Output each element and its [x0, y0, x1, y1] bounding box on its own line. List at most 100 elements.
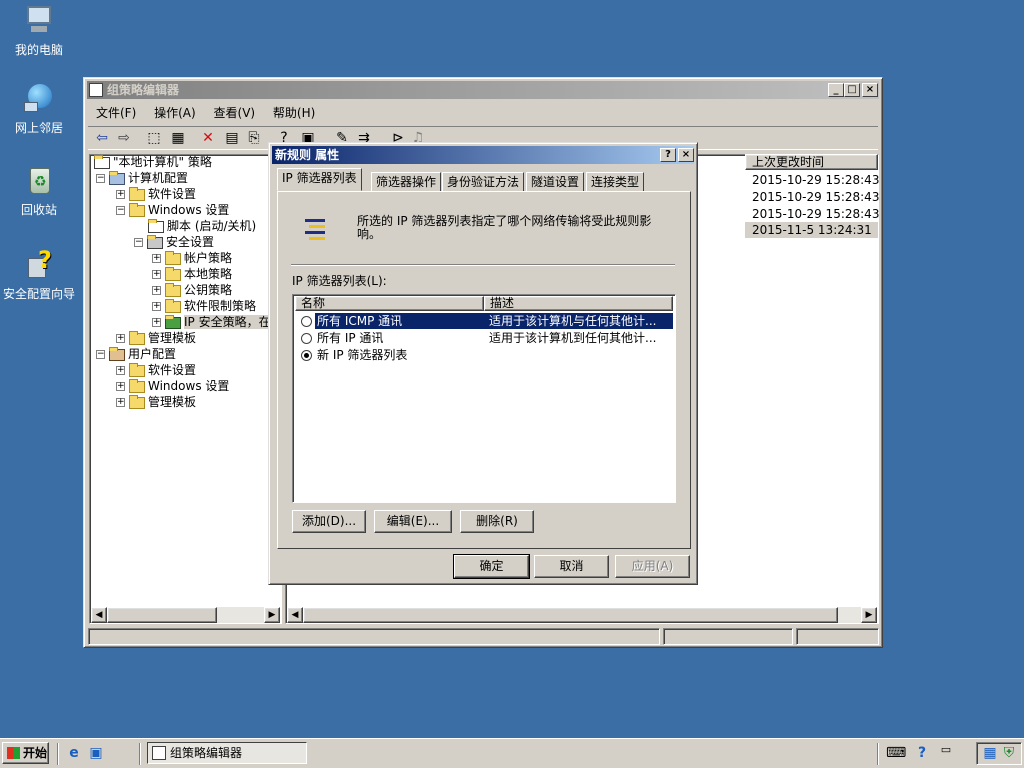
tree-public-key[interactable]: + 公钥策略: [152, 282, 232, 298]
close-button[interactable]: ×: [862, 83, 878, 97]
desktop-icon-recycle-bin[interactable]: ♻ 回收站: [0, 164, 78, 218]
expand-icon[interactable]: +: [152, 270, 161, 279]
ok-button[interactable]: 确定: [453, 554, 530, 579]
tray-help-icon[interactable]: ?: [912, 743, 932, 763]
expand-icon[interactable]: +: [116, 382, 125, 391]
expand-icon[interactable]: +: [152, 302, 161, 311]
tree-user-admin-templates[interactable]: + 管理模板: [116, 394, 196, 410]
desktop-icon-my-computer[interactable]: 我的电脑: [0, 4, 78, 58]
expand-icon[interactable]: +: [152, 254, 161, 263]
tray-restore-icon[interactable]: ▭: [936, 740, 956, 760]
minimize-button[interactable]: _: [828, 83, 844, 97]
up-folder-icon[interactable]: ⬚: [144, 128, 164, 148]
expand-icon[interactable]: +: [116, 190, 125, 199]
tree-software-restriction[interactable]: + 软件限制策略: [152, 298, 256, 314]
column-header-desc[interactable]: 描述: [484, 296, 673, 311]
list-hscrollbar[interactable]: ◀ ▶: [287, 607, 877, 623]
scroll-right-icon[interactable]: ▶: [264, 607, 280, 623]
delete-icon[interactable]: ✕: [198, 128, 218, 148]
filter-desc: 适用于该计算机与任何其他计...: [485, 313, 673, 329]
tree-admin-templates[interactable]: + 管理模板: [116, 330, 196, 346]
forward-arrow-icon[interactable]: ⇨: [114, 128, 134, 148]
dialog-help-button[interactable]: ?: [660, 148, 676, 162]
ipsec-icon: [165, 314, 181, 329]
tree-scripts[interactable]: 脚本 (启动/关机): [148, 218, 256, 234]
properties-icon[interactable]: ▤: [222, 128, 242, 148]
tab-ip-filter-list[interactable]: IP 筛选器列表: [277, 168, 362, 191]
collapse-icon[interactable]: −: [134, 238, 143, 247]
desktop-icon-network[interactable]: 网上邻居: [0, 82, 78, 136]
task-button-gpedit[interactable]: 组策略编辑器: [147, 742, 307, 764]
tree-software-settings[interactable]: + 软件设置: [116, 186, 196, 202]
column-header-modified[interactable]: 上次更改时间: [745, 154, 878, 170]
tree-account-policy[interactable]: + 帐户策略: [152, 250, 232, 266]
show-desktop-icon[interactable]: ▣: [86, 743, 106, 763]
apply-button[interactable]: 应用(A): [615, 555, 690, 578]
collapse-icon[interactable]: −: [96, 174, 105, 183]
tree-windows-settings[interactable]: − Windows 设置: [116, 202, 229, 218]
tray-network-icon[interactable]: ⌨: [886, 743, 906, 763]
tree-ip-security[interactable]: + IP 安全策略，在: [152, 314, 268, 330]
maximize-button[interactable]: □: [844, 83, 860, 97]
tab-tunnel-settings[interactable]: 隧道设置: [526, 172, 585, 192]
filter-desc: 适用于该计算机到任何其他计...: [489, 331, 657, 345]
tree-computer-config[interactable]: − 计算机配置: [96, 170, 188, 186]
cancel-button[interactable]: 取消: [534, 555, 609, 578]
ie-icon[interactable]: e: [64, 743, 84, 763]
menu-action[interactable]: 操作(A): [154, 106, 196, 120]
edit-button[interactable]: 编辑(E)...: [374, 510, 452, 533]
scroll-right-icon[interactable]: ▶: [861, 607, 877, 623]
filter-row-selected[interactable]: 所有 ICMP 通讯 适用于该计算机与任何其他计...: [295, 312, 673, 330]
start-button[interactable]: 开始: [2, 742, 49, 764]
tree-user-software-settings[interactable]: + 软件设置: [116, 362, 196, 378]
radio-button-checked[interactable]: [301, 347, 316, 363]
folder-icon: [165, 266, 181, 281]
window-titlebar[interactable]: 组策略编辑器 _ □ ×: [87, 81, 879, 99]
column-header-name[interactable]: 名称: [295, 296, 484, 311]
tree-user-config[interactable]: − 用户配置: [96, 346, 176, 362]
tree-security-settings[interactable]: − 安全设置: [134, 234, 214, 250]
expand-icon[interactable]: +: [116, 366, 125, 375]
dialog-close-button[interactable]: ×: [678, 148, 694, 162]
tray-lan-icon[interactable]: ▦: [980, 743, 1000, 763]
my-computer-icon: [22, 4, 56, 38]
menu-file[interactable]: 文件(F): [96, 106, 136, 120]
tree-user-windows-settings[interactable]: + Windows 设置: [116, 378, 229, 394]
tree-local-policy[interactable]: + 本地策略: [152, 266, 232, 282]
export-list-icon[interactable]: ⎘: [244, 128, 264, 148]
back-arrow-icon[interactable]: ⇦: [92, 128, 112, 148]
add-button[interactable]: 添加(D)...: [292, 510, 366, 533]
scroll-left-icon[interactable]: ◀: [91, 607, 107, 623]
separator: [291, 264, 675, 266]
tree-hscrollbar[interactable]: ◀ ▶: [91, 607, 280, 623]
menu-view[interactable]: 查看(V): [214, 106, 256, 120]
tab-filter-action[interactable]: 筛选器操作: [371, 172, 442, 192]
show-hide-tree-icon[interactable]: ▦: [168, 128, 188, 148]
filter-row[interactable]: 所有 IP 通讯 适用于该计算机到任何其他计...: [295, 330, 673, 346]
scroll-thumb[interactable]: [303, 607, 838, 623]
dialog-titlebar[interactable]: 新规则 属性 ? ×: [272, 146, 694, 164]
delete-button[interactable]: 删除(R): [460, 510, 534, 533]
expand-icon[interactable]: +: [116, 334, 125, 343]
list-row[interactable]: 2015-10-29 15:28:43: [752, 189, 879, 205]
filter-row[interactable]: 新 IP 筛选器列表: [295, 347, 673, 363]
desktop-icon-security-wizard[interactable]: ? 安全配置向导: [0, 246, 78, 302]
list-row[interactable]: 2015-10-29 15:28:43: [752, 206, 879, 222]
tab-connection-type[interactable]: 连接类型: [586, 172, 645, 192]
list-row[interactable]: 2015-10-29 15:28:43: [752, 172, 879, 188]
scroll-thumb[interactable]: [107, 607, 217, 623]
tab-auth-methods[interactable]: 身份验证方法: [442, 172, 525, 192]
expand-icon[interactable]: +: [116, 398, 125, 407]
collapse-icon[interactable]: −: [116, 206, 125, 215]
radio-button[interactable]: [301, 313, 316, 329]
radio-button[interactable]: [301, 330, 316, 346]
expand-icon[interactable]: +: [152, 318, 161, 327]
scroll-left-icon[interactable]: ◀: [287, 607, 303, 623]
info-text: 所选的 IP 筛选器列表指定了哪个网络传输将受此规则影响。: [357, 214, 652, 241]
list-row-selected[interactable]: 2015-11-5 13:24:31: [745, 222, 878, 238]
tray-security-icon[interactable]: ⛨: [999, 743, 1019, 763]
collapse-icon[interactable]: −: [96, 350, 105, 359]
tree-root[interactable]: "本地计算机" 策略: [94, 154, 212, 170]
expand-icon[interactable]: +: [152, 286, 161, 295]
menu-help[interactable]: 帮助(H): [273, 106, 315, 120]
